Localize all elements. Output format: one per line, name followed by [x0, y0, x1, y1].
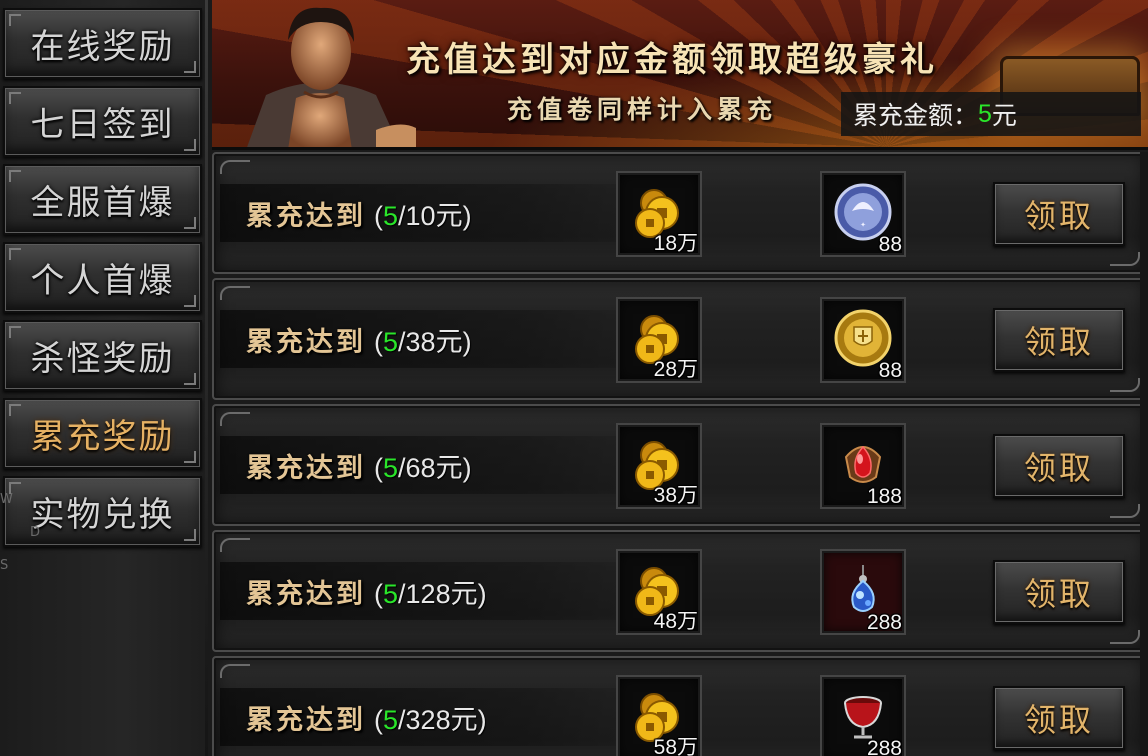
progress-target: /328元) [398, 704, 487, 735]
claim-button[interactable]: 领取 [993, 308, 1125, 372]
svg-text:✦: ✦ [860, 221, 866, 229]
condition-progress: (5/10元) [374, 194, 472, 233]
scrollbar-track[interactable] [1140, 152, 1148, 756]
ghost-key-label: D [30, 525, 41, 540]
item-quantity: 18万 [653, 232, 698, 255]
reward-item-slot[interactable]: 188 [820, 423, 906, 509]
progress-open: ( [374, 326, 383, 357]
item-quantity: 48万 [653, 610, 698, 633]
reward-condition: 累充达到 (5/10元) [220, 184, 660, 242]
reward-item-slot[interactable]: 88 [820, 297, 906, 383]
sidebar-item-seven-day-signin[interactable]: 七日签到 [3, 86, 202, 157]
reward-item-slot[interactable]: 48万 [616, 549, 702, 635]
reward-item-slot[interactable]: ✦ 88 [820, 171, 906, 257]
reward-row: 累充达到 (5/68元) 38万 188 领取 [212, 404, 1148, 526]
cumulative-amount-label: 累充金额： [853, 102, 979, 130]
sidebar-item-label: 累充奖励 [30, 417, 175, 457]
condition-label: 累充达到 [246, 326, 366, 358]
item-quantity: 288 [866, 611, 902, 634]
progress-current: 5 [383, 578, 399, 609]
sidebar-item-label: 杀怪奖励 [30, 339, 175, 379]
item-quantity: 288 [866, 737, 902, 756]
claim-button-label: 领取 [1023, 197, 1094, 235]
sidebar-item-label: 个人首爆 [30, 261, 175, 301]
cumulative-amount-value: 5 [978, 99, 992, 128]
reward-condition: 累充达到 (5/328元) [220, 688, 660, 746]
claim-button[interactable]: 领取 [993, 182, 1125, 246]
progress-open: ( [374, 200, 383, 231]
progress-target: /10元) [398, 200, 472, 231]
progress-open: ( [374, 704, 383, 735]
reward-condition: 累充达到 (5/128元) [220, 562, 660, 620]
reward-item-slot[interactable]: 18万 [616, 171, 702, 257]
progress-target: /38元) [398, 326, 472, 357]
progress-open: ( [374, 452, 383, 483]
progress-current: 5 [383, 326, 399, 357]
reward-row: 累充达到 (5/128元) 48万 288 领取 [212, 530, 1148, 652]
reward-item-slot[interactable]: 288 [820, 549, 906, 635]
promo-banner: 充值达到对应金额领取超级豪礼 充值卷同样计入累充 累充金额： 5 元 [212, 0, 1148, 150]
condition-label: 累充达到 [246, 452, 366, 484]
reward-item-slot[interactable]: 28万 [616, 297, 702, 383]
reward-condition: 累充达到 (5/38元) [220, 310, 660, 368]
item-quantity: 38万 [653, 484, 698, 507]
sidebar-item-label: 七日签到 [30, 105, 175, 145]
item-quantity: 58万 [653, 736, 698, 756]
sidebar: 在线奖励 七日签到 全服首爆 个人首爆 杀怪奖励 累充奖励 实物兑换 W D S [0, 0, 208, 756]
ghost-key-label: S [0, 558, 9, 573]
progress-target: /128元) [398, 578, 487, 609]
claim-button[interactable]: 领取 [993, 434, 1125, 498]
condition-label: 累充达到 [246, 704, 366, 736]
sidebar-item-personal-first-drop[interactable]: 个人首爆 [3, 242, 202, 313]
reward-condition: 累充达到 (5/68元) [220, 436, 660, 494]
claim-button-label: 领取 [1023, 323, 1094, 361]
condition-label: 累充达到 [246, 200, 366, 232]
sidebar-item-label: 全服首爆 [30, 183, 175, 223]
banner-title: 充值达到对应金额领取超级豪礼 [406, 40, 938, 80]
sidebar-item-kill-reward[interactable]: 杀怪奖励 [3, 320, 202, 391]
claim-button[interactable]: 领取 [993, 686, 1125, 750]
claim-button-label: 领取 [1023, 701, 1094, 739]
progress-current: 5 [383, 452, 399, 483]
claim-button[interactable]: 领取 [993, 560, 1125, 624]
cumulative-amount-unit: 元 [991, 102, 1017, 130]
reward-item-slot[interactable]: 58万 [616, 675, 702, 756]
progress-current: 5 [383, 704, 399, 735]
reward-row: 累充达到 (5/10元) 18万 ✦ 88 领取 [212, 152, 1148, 274]
progress-target: /68元) [398, 452, 472, 483]
sidebar-item-label: 在线奖励 [30, 27, 175, 67]
sidebar-item-cumulative-recharge[interactable]: 累充奖励 [3, 398, 202, 469]
item-quantity: 188 [866, 485, 902, 508]
item-quantity: 88 [878, 359, 902, 382]
sidebar-item-server-first-drop[interactable]: 全服首爆 [3, 164, 202, 235]
condition-progress: (5/38元) [374, 320, 472, 359]
ghost-key-label: W [0, 492, 13, 507]
claim-button-label: 领取 [1023, 575, 1094, 613]
reward-item-slot[interactable]: 288 [820, 675, 906, 756]
condition-progress: (5/128元) [374, 572, 487, 611]
condition-label: 累充达到 [246, 578, 366, 610]
item-quantity: 28万 [653, 358, 698, 381]
banner-subtitle: 充值卷同样计入累充 [506, 95, 777, 124]
cumulative-amount-box: 累充金额： 5 元 [841, 92, 1141, 136]
claim-button-label: 领取 [1023, 449, 1094, 487]
item-quantity: 88 [878, 233, 902, 256]
sidebar-item-online-reward[interactable]: 在线奖励 [3, 8, 202, 79]
condition-progress: (5/328元) [374, 698, 487, 737]
progress-open: ( [374, 578, 383, 609]
progress-current: 5 [383, 200, 399, 231]
reward-item-slot[interactable]: 38万 [616, 423, 702, 509]
condition-progress: (5/68元) [374, 446, 472, 485]
sidebar-item-label: 实物兑换 [30, 495, 175, 535]
reward-row: 累充达到 (5/38元) 28万 88 领取 [212, 278, 1148, 400]
reward-row: 累充达到 (5/328元) 58万 288 领取 [212, 656, 1148, 756]
